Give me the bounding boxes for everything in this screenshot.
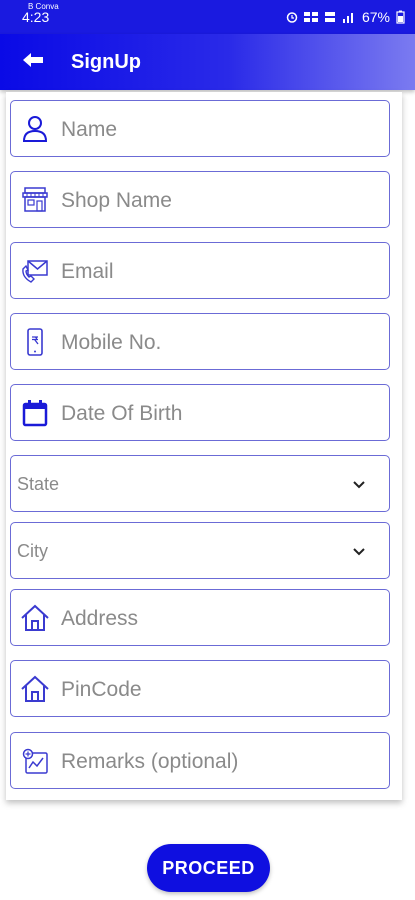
status-bar: B Conva 4:23 67%: [0, 0, 415, 34]
address-field[interactable]: Address: [10, 589, 390, 646]
chevron-down-icon: [351, 543, 367, 559]
email-phone-icon: [19, 255, 51, 287]
date-of-birth-placeholder: Date Of Birth: [61, 402, 183, 425]
back-arrow-icon: [21, 51, 45, 74]
state-selected-value: State: [17, 474, 60, 494]
mobile-placeholder: Mobile No.: [61, 331, 162, 354]
shop-name-field[interactable]: Shop Name: [10, 171, 390, 228]
home-icon: [19, 602, 51, 634]
network-speed-icon: [303, 11, 318, 23]
email-field[interactable]: Email: [10, 242, 390, 299]
date-of-birth-field[interactable]: Date Of Birth: [10, 384, 390, 441]
mobile-field[interactable]: Mobile No.: [10, 313, 390, 370]
name-placeholder: Name: [61, 118, 118, 141]
proceed-button[interactable]: PROCEED: [147, 844, 270, 892]
alarm-icon: [286, 11, 298, 23]
pincode-placeholder: PinCode: [61, 678, 142, 701]
battery-text: 67%: [361, 9, 390, 25]
person-icon: [19, 113, 51, 145]
signup-form: Name Shop Name Email Mobile No. Date Of …: [6, 92, 402, 800]
app-bar: SignUp: [0, 34, 415, 90]
signal-icon: [342, 11, 356, 23]
chevron-down-icon: [351, 476, 367, 492]
shop-icon: [19, 184, 51, 216]
email-placeholder: Email: [61, 260, 114, 283]
back-button[interactable]: [18, 48, 48, 76]
mobile-icon: [19, 326, 51, 358]
name-field[interactable]: Name: [10, 100, 390, 157]
remarks-field[interactable]: Remarks (optional): [10, 732, 390, 789]
status-time: 4:23: [22, 9, 50, 25]
state-select[interactable]: State: [10, 455, 390, 512]
city-selected-value: City: [17, 541, 48, 561]
address-placeholder: Address: [61, 607, 139, 630]
calendar-icon: [19, 397, 51, 429]
shop-name-placeholder: Shop Name: [61, 189, 172, 212]
remarks-placeholder: Remarks (optional): [61, 750, 239, 773]
battery-icon: [396, 10, 405, 24]
pincode-field[interactable]: PinCode: [10, 660, 390, 717]
status-indicators: 67%: [286, 9, 405, 25]
remarks-icon: [19, 745, 51, 777]
page-title: SignUp: [71, 51, 141, 73]
lte-icon: [324, 11, 336, 23]
city-select[interactable]: City: [10, 522, 390, 579]
home-icon: [19, 673, 51, 705]
